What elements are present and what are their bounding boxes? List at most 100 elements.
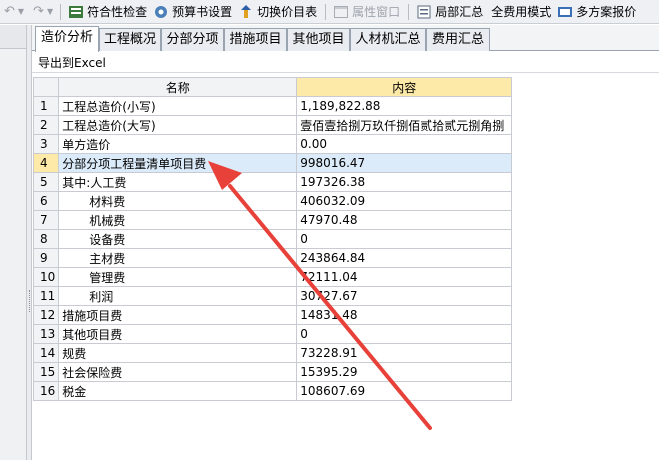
settings-icon — [153, 4, 169, 20]
panel-splitter[interactable] — [27, 25, 32, 460]
table-row[interactable]: 15 社会保险费 15395.29 — [32, 362, 513, 382]
toolbar-separator — [325, 3, 327, 20]
table-row[interactable]: 14 规费 73228.91 — [32, 343, 513, 363]
row-value[interactable]: 197326.38 — [296, 172, 513, 192]
toolbar-button-label: 符合性检查 — [87, 5, 148, 19]
row-name[interactable]: 社会保险费 — [58, 362, 298, 382]
row-number: 16 — [32, 381, 60, 401]
tab-bar: 造价分析 工程概况 分部分项 措施项目 其他项目 人材机汇总 费用汇总 — [32, 25, 659, 52]
compliance-check-button[interactable]: 符合性检查 — [66, 1, 151, 23]
table-row[interactable]: 3 单方造价 0.00 — [32, 134, 513, 154]
row-value[interactable]: 73228.91 — [296, 343, 513, 363]
tab-measures[interactable]: 措施项目 — [224, 28, 287, 51]
row-name[interactable]: 工程总造价(小写) — [58, 96, 298, 116]
row-value[interactable]: 15395.29 — [296, 362, 513, 382]
table-row[interactable]: 12 措施项目费 14831.48 — [32, 305, 513, 325]
corner-cell[interactable] — [32, 77, 60, 97]
check-icon — [68, 4, 84, 20]
row-name[interactable]: 工程总造价(大写) — [58, 115, 298, 135]
row-name[interactable]: 材料费 — [58, 191, 298, 211]
toolbar-button-label: 多方案报价 — [576, 5, 637, 19]
row-number: 7 — [32, 210, 60, 230]
tab-cost-analysis[interactable]: 造价分析 — [35, 26, 99, 52]
table-header-row: 名称 内容 — [32, 77, 513, 97]
splitter-grip[interactable] — [29, 290, 31, 312]
toolbar-button-label: 局部汇总 — [435, 5, 484, 19]
row-name[interactable]: 其中:人工费 — [58, 172, 298, 192]
left-panel — [0, 25, 27, 460]
row-name[interactable]: 规费 — [58, 343, 298, 363]
dropdown-arrow-icon[interactable]: ▼ — [47, 7, 53, 16]
row-name[interactable]: 措施项目费 — [58, 305, 298, 325]
tab-sub-items[interactable]: 分部分项 — [161, 28, 224, 51]
row-number: 12 — [32, 305, 60, 325]
table-row-selected[interactable]: 4 分部分项工程量清单项目费 998016.47 — [32, 153, 513, 173]
row-name[interactable]: 单方造价 — [58, 134, 298, 154]
table-row[interactable]: 5 其中:人工费 197326.38 — [32, 172, 513, 192]
row-value[interactable]: 1,189,822.88 — [296, 96, 513, 116]
row-name[interactable]: 设备费 — [58, 229, 298, 249]
table-row[interactable]: 6 材料费 406032.09 — [32, 191, 513, 211]
row-value[interactable]: 47970.48 — [296, 210, 513, 230]
row-number: 6 — [32, 191, 60, 211]
toolbar-button-label: 全费用模式 — [491, 5, 552, 19]
tab-project-overview[interactable]: 工程概况 — [99, 28, 161, 51]
row-number: 2 — [32, 115, 60, 135]
row-value[interactable]: 72111.04 — [296, 267, 513, 287]
table-row[interactable]: 13 其他项目费 0 — [32, 324, 513, 344]
row-name[interactable]: 管理费 — [58, 267, 298, 287]
partial-summary-button[interactable]: 局部汇总 — [414, 1, 487, 23]
row-value[interactable]: 0 — [296, 229, 513, 249]
undo-icon[interactable]: ↶ — [4, 4, 15, 19]
dropdown-arrow-icon[interactable]: ▼ — [18, 7, 24, 16]
row-value[interactable]: 壹佰壹拾捌万玖仟捌佰贰拾贰元捌角捌 — [296, 115, 513, 135]
row-name[interactable]: 利润 — [58, 286, 298, 306]
table-row[interactable]: 2 工程总造价(大写) 壹佰壹拾捌万玖仟捌佰贰拾贰元捌角捌 — [32, 115, 513, 135]
table-row[interactable]: 9 主材费 243864.84 — [32, 248, 513, 268]
column-header-name[interactable]: 名称 — [58, 77, 298, 97]
window-icon — [333, 4, 349, 20]
row-value[interactable]: 406032.09 — [296, 191, 513, 211]
tab-other-items[interactable]: 其他项目 — [287, 28, 350, 51]
redo-icon[interactable]: ↷ — [33, 4, 44, 19]
row-name[interactable]: 税金 — [58, 381, 298, 401]
cost-analysis-table: 名称 内容 1 工程总造价(小写) 1,189,822.88 2 工程总造价(大写) 壹… — [32, 77, 513, 401]
row-value[interactable]: 30727.67 — [296, 286, 513, 306]
table-row[interactable]: 16 税金 108607.69 — [32, 381, 513, 401]
toolbar-separator — [60, 3, 62, 20]
switch-icon — [238, 4, 254, 20]
full-cost-mode-button[interactable]: 全费用模式 — [487, 1, 555, 23]
budget-settings-button[interactable]: 预算书设置 — [151, 1, 236, 23]
left-panel-header — [0, 25, 26, 49]
switch-price-list-button[interactable]: 切换价目表 — [236, 1, 321, 23]
row-value[interactable]: 0 — [296, 324, 513, 344]
table-row[interactable]: 8 设备费 0 — [32, 229, 513, 249]
export-excel-button[interactable]: 导出到Excel — [38, 54, 106, 71]
row-value[interactable]: 243864.84 — [296, 248, 513, 268]
table-row[interactable]: 7 机械费 47970.48 — [32, 210, 513, 230]
column-header-content[interactable]: 内容 — [296, 77, 513, 97]
row-value[interactable]: 0.00 — [296, 134, 513, 154]
undo-redo-group: ↶ ▼ ↷ ▼ — [0, 4, 56, 19]
row-value[interactable]: 14831.48 — [296, 305, 513, 325]
multi-plan-quote-button[interactable]: 多方案报价 — [555, 1, 640, 23]
row-number: 4 — [32, 153, 60, 173]
row-number: 8 — [32, 229, 60, 249]
properties-window-button[interactable]: 属性窗口 — [331, 1, 404, 23]
multi-icon — [557, 4, 573, 20]
row-value[interactable]: 998016.47 — [296, 153, 513, 173]
row-name[interactable]: 分部分项工程量清单项目费 — [58, 153, 298, 173]
table-row[interactable]: 1 工程总造价(小写) 1,189,822.88 — [32, 96, 513, 116]
tab-cost-summary[interactable]: 费用汇总 — [426, 28, 490, 51]
summary-icon — [416, 4, 432, 20]
table-row[interactable]: 11 利润 30727.67 — [32, 286, 513, 306]
row-value[interactable]: 108607.69 — [296, 381, 513, 401]
row-name[interactable]: 主材费 — [58, 248, 298, 268]
row-number: 10 — [32, 267, 60, 287]
table-row[interactable]: 10 管理费 72111.04 — [32, 267, 513, 287]
row-name[interactable]: 机械费 — [58, 210, 298, 230]
tab-labor-material-machine[interactable]: 人材机汇总 — [350, 28, 426, 51]
toolbar-button-label: 属性窗口 — [352, 5, 401, 19]
row-number: 5 — [32, 172, 60, 192]
row-name[interactable]: 其他项目费 — [58, 324, 298, 344]
